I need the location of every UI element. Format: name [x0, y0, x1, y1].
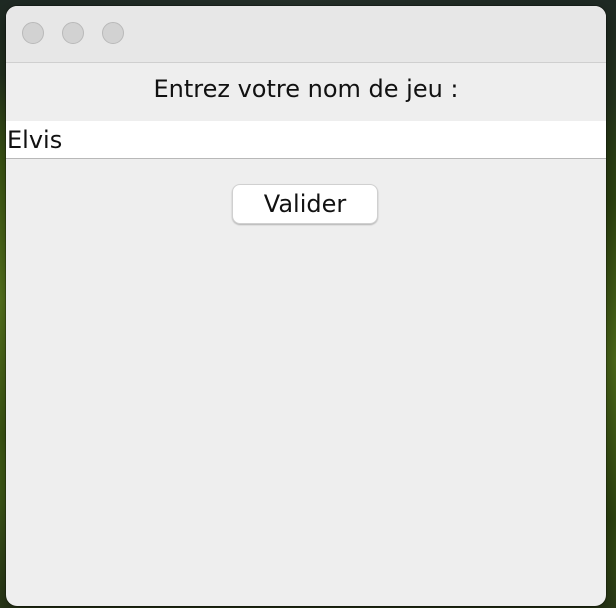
prompt-label: Entrez votre nom de jeu : — [153, 75, 459, 103]
validate-button[interactable]: Valider — [232, 184, 378, 224]
close-icon[interactable] — [22, 22, 44, 44]
minimize-icon[interactable] — [62, 22, 84, 44]
title-bar[interactable] — [6, 6, 606, 63]
dialog-window: Entrez votre nom de jeu : Valider — [6, 6, 606, 606]
zoom-icon[interactable] — [102, 22, 124, 44]
player-name-input[interactable] — [6, 121, 606, 159]
